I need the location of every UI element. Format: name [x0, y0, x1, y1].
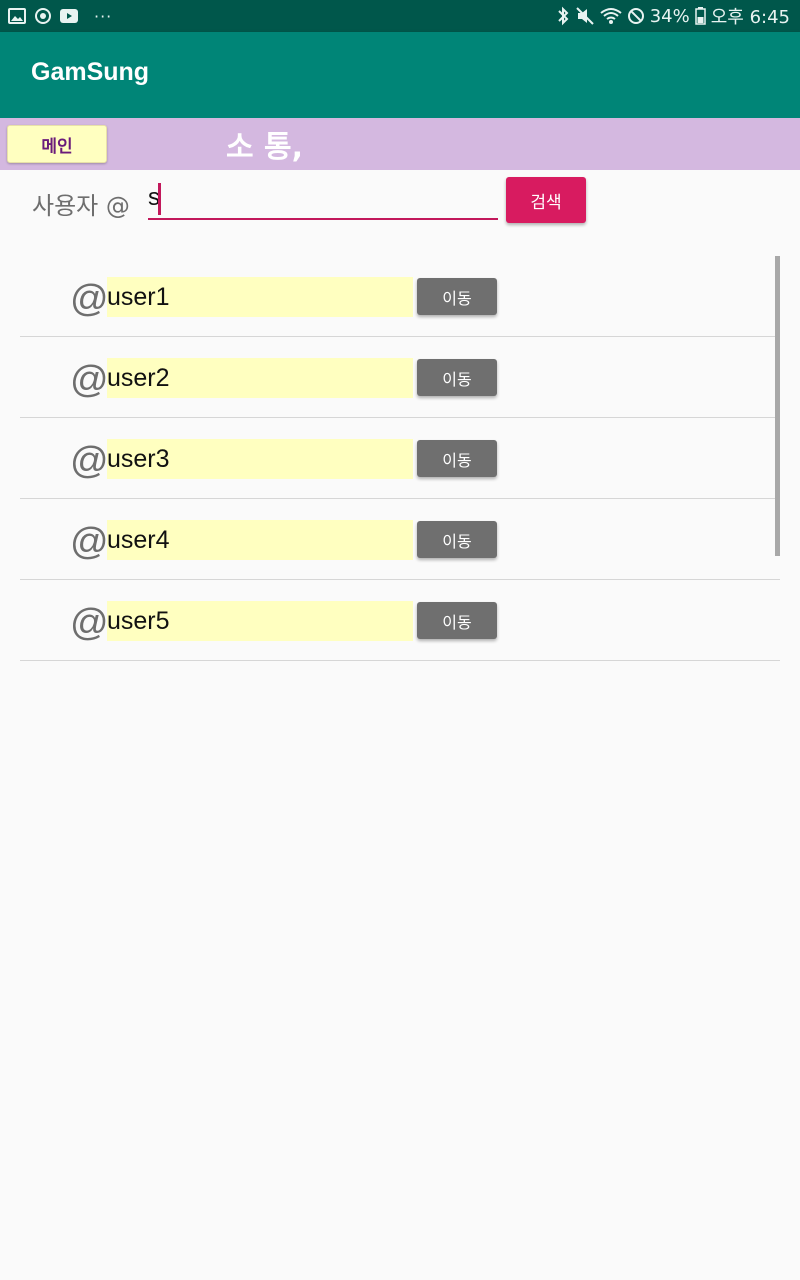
- user-name: user1: [107, 283, 170, 311]
- page-header: 메인 소 통,: [0, 118, 800, 170]
- go-button[interactable]: 이동: [417, 602, 497, 639]
- blocked-icon: [627, 7, 645, 25]
- user-name-box: user1: [107, 277, 413, 317]
- list-item: @ user5 이동: [20, 580, 780, 661]
- app-title: GamSung: [31, 58, 150, 86]
- at-symbol: @: [70, 602, 109, 644]
- list-item: @ user1 이동: [20, 256, 780, 337]
- at-symbol: @: [70, 440, 109, 482]
- list-scrollbar[interactable]: [775, 256, 780, 556]
- status-bar: ··· 34% 오후 6:45: [0, 0, 800, 32]
- search-label: 사용자 @: [32, 192, 130, 220]
- go-button[interactable]: 이동: [417, 359, 497, 396]
- user-name: user2: [107, 364, 170, 392]
- main-button[interactable]: 메인: [7, 125, 107, 163]
- user-name-box: user4: [107, 520, 413, 560]
- user-name-box: user3: [107, 439, 413, 479]
- user-name-box: user5: [107, 601, 413, 641]
- at-symbol: @: [70, 359, 109, 401]
- go-button[interactable]: 이동: [417, 521, 497, 558]
- status-time: 오후 6:45: [710, 7, 790, 28]
- mute-icon: [575, 6, 595, 26]
- battery-icon: [694, 7, 706, 25]
- go-button[interactable]: 이동: [417, 278, 497, 315]
- sync-icon: [34, 7, 52, 25]
- more-notifications-icon: ···: [94, 6, 113, 26]
- gallery-icon: [8, 8, 26, 24]
- search-input[interactable]: s: [148, 180, 498, 220]
- app-bar: GamSung: [0, 32, 800, 118]
- user-name: user3: [107, 445, 170, 473]
- at-symbol: @: [70, 278, 109, 320]
- go-button[interactable]: 이동: [417, 440, 497, 477]
- user-list[interactable]: @ user1 이동 @ user2 이동 @ user3 이동 @ user4…: [20, 256, 780, 661]
- user-name-box: user2: [107, 358, 413, 398]
- user-name: user4: [107, 526, 170, 554]
- battery-percent: 34%: [649, 5, 690, 27]
- bluetooth-icon: [556, 6, 570, 26]
- list-item: @ user4 이동: [20, 499, 780, 580]
- youtube-icon: [60, 9, 78, 23]
- list-item: @ user3 이동: [20, 418, 780, 499]
- at-symbol: @: [70, 521, 109, 563]
- wifi-icon: [600, 7, 622, 25]
- search-button[interactable]: 검색: [506, 177, 586, 223]
- text-cursor: [158, 183, 161, 215]
- user-name: user5: [107, 607, 170, 635]
- list-item: @ user2 이동: [20, 337, 780, 418]
- page-title: 소 통,: [226, 130, 304, 165]
